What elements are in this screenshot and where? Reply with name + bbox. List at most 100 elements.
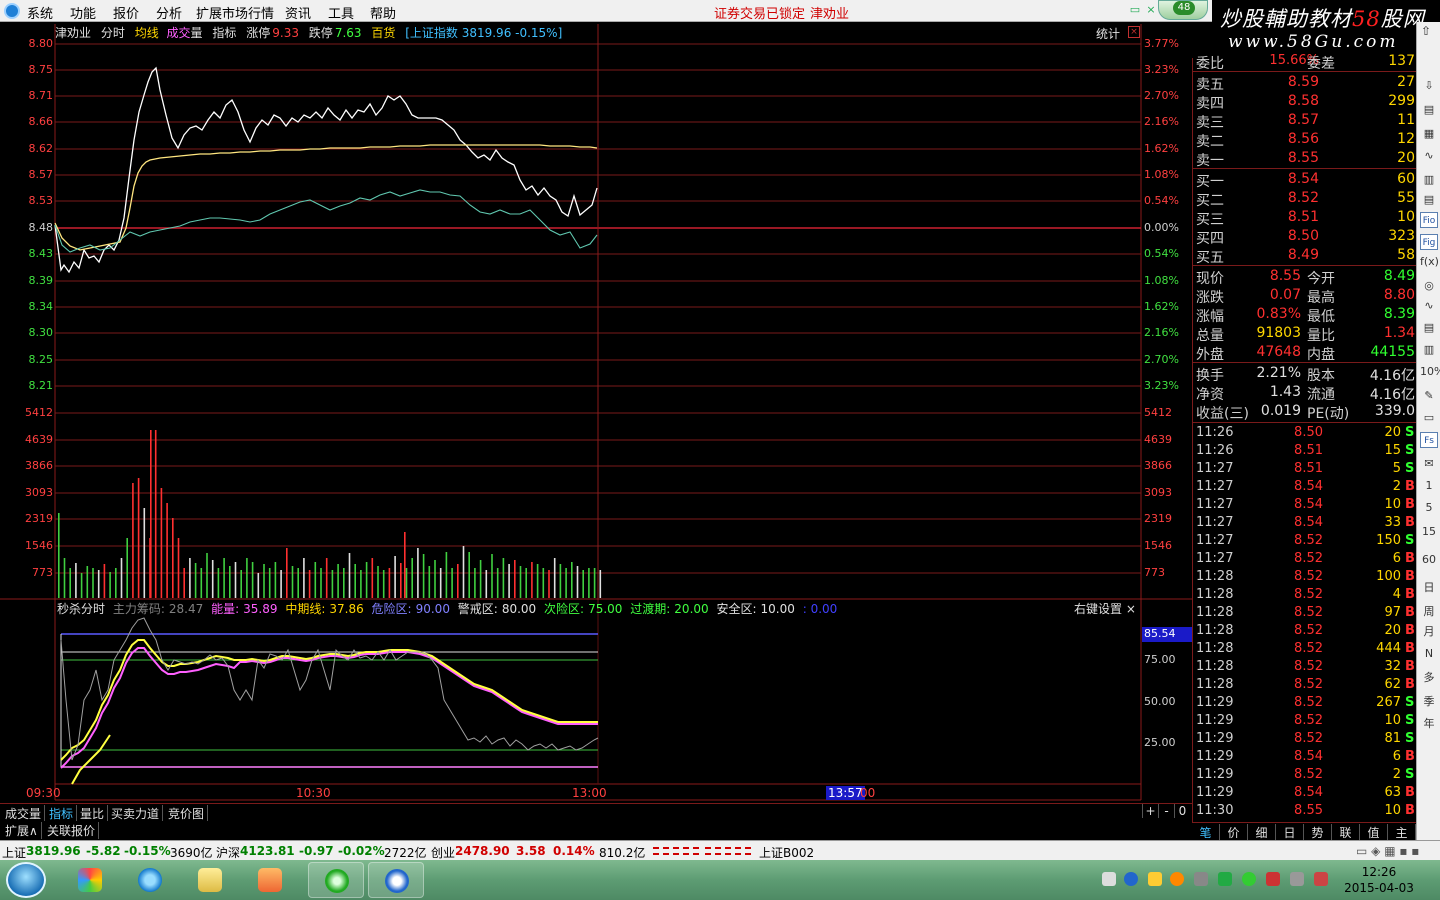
b-share-code[interactable]: 上证B002 [759,844,814,861]
tab-buy-sell-force[interactable]: 买卖力道 [108,805,164,822]
toolbar-button[interactable]: 周 [1420,604,1438,620]
tick-row[interactable]: 11:26 8.50 20 S [1193,424,1417,442]
toolbar-icon[interactable]: ▥ [1420,172,1438,188]
tick-row[interactable]: 11:27 8.54 33 B [1193,514,1417,532]
ask-row-2[interactable]: 卖二 8.56 12 [1193,130,1417,150]
toolbar-button[interactable]: 5 [1420,500,1438,516]
scroll-up-icon[interactable]: ⇧ [1421,24,1431,38]
tab-related-quote[interactable]: 关联报价 [44,822,100,839]
system-clock[interactable]: 12:26 2015-04-03 [1344,864,1414,896]
qq-icon[interactable] [1170,872,1184,886]
toolbar-button[interactable]: 10% [1420,364,1440,380]
tick-row[interactable]: 11:26 8.51 15 S [1193,442,1417,460]
ask-row-4[interactable]: 卖四 8.58 299 [1193,92,1417,112]
taskbar-explorer[interactable] [182,862,238,898]
menu-help[interactable]: 帮助 [370,3,396,22]
menu-tools[interactable]: 工具 [328,3,354,22]
taskbar-app-1[interactable] [62,862,118,898]
menu-system[interactable]: 系统 [27,3,53,22]
tray-green-icon[interactable] [1242,872,1256,886]
bid-row-5[interactable]: 买五 8.49 58 [1193,246,1417,266]
toolbar-icon[interactable]: ▤ [1420,102,1438,118]
tab-volume[interactable]: 成交 [167,26,191,40]
toolbar-icon[interactable]: ∿ [1420,298,1438,314]
toolbar-button[interactable]: 季 [1420,694,1438,710]
right-tab[interactable]: 势 [1304,824,1332,841]
tick-row[interactable]: 11:28 8.52 97 B [1193,604,1417,622]
menu-news[interactable]: 资讯 [285,3,311,22]
tab-volume-ratio[interactable]: 量比 [77,805,109,822]
bid-row-1[interactable]: 买一 8.54 60 [1193,170,1417,190]
tick-row[interactable]: 11:29 8.52 10 S [1193,712,1417,730]
right-tab[interactable]: 笔 [1192,824,1220,841]
window-restore-icon[interactable]: ▭ [1128,3,1142,17]
keyboard-icon[interactable] [1102,872,1116,886]
tick-row[interactable]: 11:29 8.52 81 S [1193,730,1417,748]
toolbar-button[interactable]: Fig [1420,234,1438,250]
bid-row-3[interactable]: 买三 8.51 10 [1193,208,1417,228]
tick-row[interactable]: 11:29 8.52 2 S [1193,766,1417,784]
toolbar-icon[interactable]: ▭ [1420,410,1438,426]
help-icon[interactable] [1124,872,1138,886]
tray-red-icon[interactable] [1266,872,1280,886]
toolbar-icon[interactable]: ▦ [1420,126,1438,142]
tick-row[interactable]: 11:30 8.55 10 B [1193,802,1417,820]
toolbar-button[interactable]: 月 [1420,624,1438,640]
indicator-settings-button[interactable]: 右键设置 × [1074,600,1136,617]
intraday-chart[interactable] [0,22,1192,822]
tick-row[interactable]: 11:28 8.52 62 B [1193,676,1417,694]
tab-indicator-chart[interactable]: 指标 [46,805,78,822]
toolbar-button[interactable]: Fio [1420,212,1438,228]
menu-function[interactable]: 功能 [70,3,96,22]
tab-avg-line[interactable]: 均线 [135,26,159,40]
toolbar-icon[interactable]: ◎ [1420,278,1438,294]
shield-icon[interactable] [1218,872,1232,886]
toolbar-button[interactable]: Fs [1420,432,1438,448]
index-quote[interactable]: [上证指数 3819.96 -0.15%] [405,26,562,40]
bid-row-2[interactable]: 买二 8.52 55 [1193,189,1417,209]
toolbar-icon[interactable]: ✉ [1420,456,1438,472]
zoom-reset-button[interactable]: 0 [1174,804,1190,818]
right-tab[interactable]: 联 [1332,824,1360,841]
taskbar-ie[interactable] [122,862,178,898]
tick-row[interactable]: 11:27 8.54 10 B [1193,496,1417,514]
toolbar-button[interactable]: 1 [1420,478,1438,494]
right-tab[interactable]: 日 [1276,824,1304,841]
sector-label[interactable]: 百货 [371,26,395,40]
toolbar-icon[interactable]: ▥ [1420,342,1438,358]
toolbar-button[interactable]: 60 [1420,552,1438,568]
tick-row[interactable]: 11:28 8.52 100 B [1193,568,1417,586]
flag-icon[interactable] [1314,872,1328,886]
tick-row[interactable]: 11:29 8.54 63 B [1193,784,1417,802]
tick-row[interactable]: 11:28 8.52 4 B [1193,586,1417,604]
toolbar-icon[interactable]: ⇩ [1420,78,1438,94]
tab-extend[interactable]: 扩展∧ [2,822,42,839]
close-icon[interactable]: × [1128,26,1140,38]
zoom-in-button[interactable]: + [1142,804,1158,818]
menu-extended-market[interactable]: 扩展市场行情 [196,3,274,22]
toolbar-button[interactable]: 日 [1420,580,1438,596]
tick-row[interactable]: 11:27 8.54 2 B [1193,478,1417,496]
speaker-icon[interactable] [1194,872,1208,886]
tick-row[interactable]: 11:28 8.52 444 B [1193,640,1417,658]
zoom-out-button[interactable]: - [1158,804,1174,818]
tick-row[interactable]: 11:29 8.54 6 B [1193,748,1417,766]
tab-volume-b[interactable]: 量 [191,26,203,40]
tab-indicator[interactable]: 指标 [212,26,236,40]
tray-app-icon[interactable] [1148,872,1162,886]
right-tab[interactable]: 价 [1220,824,1248,841]
tab-auction-chart[interactable]: 竞价图 [165,805,209,822]
statistics-button[interactable]: 统计 [1096,25,1120,42]
notification-badge[interactable]: 48 [1158,0,1208,20]
tick-row[interactable]: 11:28 8.52 20 B [1193,622,1417,640]
status-tray-icons[interactable]: ▭ ◈ ▦ ▪ ▪ [1356,844,1419,858]
window-close-icon[interactable]: × [1144,3,1158,17]
menu-analysis[interactable]: 分析 [156,3,182,22]
taskbar-stock-app[interactable] [368,862,424,898]
ask-row-3[interactable]: 卖三 8.57 11 [1193,111,1417,131]
toolbar-icon[interactable]: f(x) [1420,254,1439,270]
tick-row[interactable]: 11:27 8.52 150 S [1193,532,1417,550]
start-button[interactable] [6,862,46,898]
tick-row[interactable]: 11:28 8.52 32 B [1193,658,1417,676]
ask-row-1[interactable]: 卖一 8.55 20 [1193,149,1417,169]
